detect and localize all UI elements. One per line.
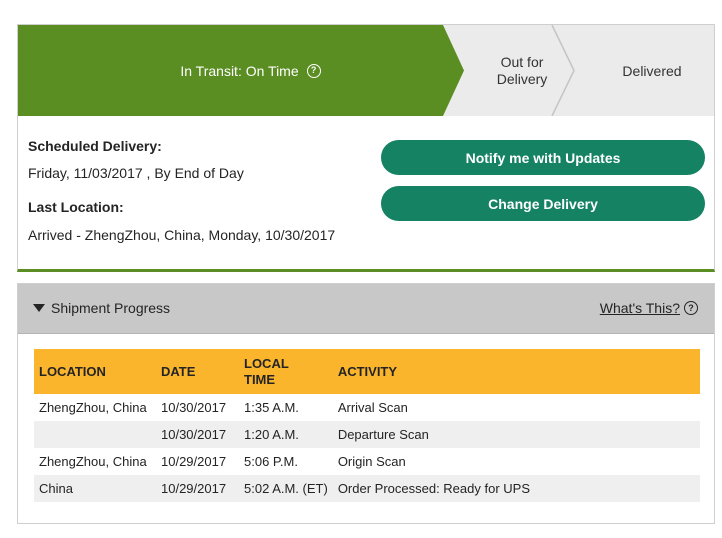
step-in-transit-label: In Transit: On Time	[180, 62, 299, 79]
cell-time: 5:06 P.M.	[244, 454, 298, 469]
last-location-value: Arrived - ZhengZhou, China, Monday, 10/3…	[28, 227, 336, 243]
step-in-transit: In Transit: On Time ?	[18, 25, 463, 116]
help-icon[interactable]: ?	[684, 301, 698, 315]
column-header-local-time-label: LOCAL TIME	[244, 355, 289, 387]
cell-date: 10/30/2017	[161, 427, 227, 442]
shipment-progress-panel: Shipment Progress What's This? ? LOCATIO…	[17, 283, 715, 524]
step-out-for-delivery: Out for Delivery	[496, 53, 548, 87]
column-header-local-time: LOCAL TIME	[239, 349, 333, 394]
cell-location: ZhengZhou, China	[39, 454, 147, 469]
cell-activity: Arrival Scan	[337, 400, 408, 415]
shipment-progress-header: Shipment Progress What's This? ?	[18, 284, 714, 334]
tracking-progress-bar: In Transit: On Time ? Out for Delivery D…	[18, 25, 714, 116]
shipment-progress-toggle[interactable]: Shipment Progress	[33, 300, 170, 316]
column-header-date: DATE	[161, 363, 196, 379]
shipment-progress-title: Shipment Progress	[51, 300, 171, 316]
caret-down-icon	[33, 304, 45, 312]
cell-activity: Departure Scan	[337, 427, 429, 442]
change-delivery-button[interactable]: Change Delivery	[381, 186, 705, 221]
table-row: ZhengZhou, China 10/30/2017 1:35 A.M. Ar…	[34, 394, 700, 421]
delivery-status-card: In Transit: On Time ? Out for Delivery D…	[17, 24, 715, 272]
scheduled-delivery-label: Scheduled Delivery:	[28, 138, 162, 154]
step-delivered: Delivered	[622, 62, 682, 79]
cell-location: ZhengZhou, China	[39, 400, 147, 415]
column-header-activity: ACTIVITY	[337, 363, 398, 379]
whats-this-link[interactable]: What's This?	[600, 300, 680, 316]
notify-updates-button[interactable]: Notify me with Updates	[381, 140, 705, 175]
shipment-progress-table: LOCATION DATE LOCAL TIME ACTIVITY ZhengZ…	[34, 349, 700, 502]
whats-this: What's This? ?	[600, 300, 698, 316]
cell-date: 10/29/2017	[161, 481, 227, 496]
table-row: ZhengZhou, China 10/29/2017 5:06 P.M. Or…	[34, 448, 700, 475]
cell-time: 1:35 A.M.	[244, 400, 299, 415]
scheduled-delivery-value: Friday, 11/03/2017 , By End of Day	[28, 165, 244, 181]
column-header-location: LOCATION	[39, 363, 106, 379]
cell-activity: Origin Scan	[337, 454, 406, 469]
last-location-label: Last Location:	[28, 199, 124, 215]
cell-location	[34, 421, 156, 448]
cell-time: 1:20 A.M.	[244, 427, 299, 442]
cell-date: 10/29/2017	[161, 454, 227, 469]
cell-date: 10/30/2017	[161, 400, 227, 415]
cell-location: China	[39, 481, 73, 496]
help-icon[interactable]: ?	[306, 63, 321, 78]
cell-activity: Order Processed: Ready for UPS	[337, 481, 531, 496]
table-row: China 10/29/2017 5:02 A.M. (ET) Order Pr…	[34, 475, 700, 502]
table-header-row: LOCATION DATE LOCAL TIME ACTIVITY	[34, 349, 700, 394]
cell-time: 5:02 A.M. (ET)	[244, 481, 328, 496]
table-row: 10/30/2017 1:20 A.M. Departure Scan	[34, 421, 700, 448]
